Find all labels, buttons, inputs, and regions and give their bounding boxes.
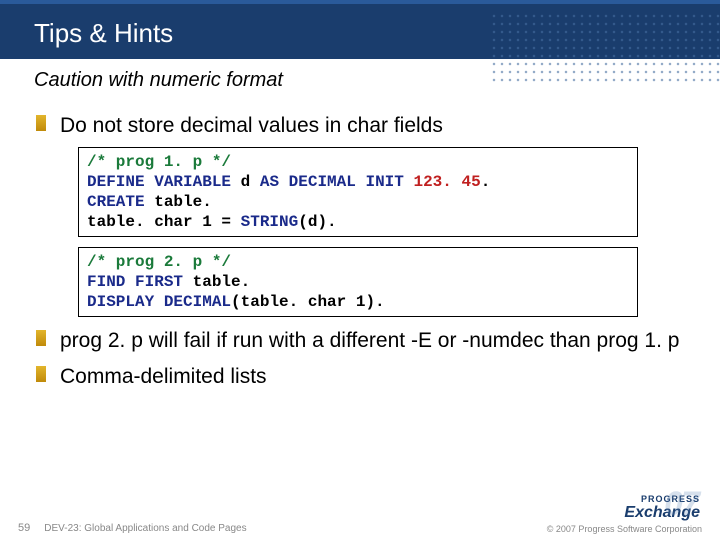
bullet-text: prog 2. p will fail if run with a differ… xyxy=(60,327,684,354)
code-text: (table. char 1). xyxy=(231,293,385,311)
code-keyword: STRING xyxy=(241,213,299,231)
code-keyword: AS DECIMAL INIT xyxy=(260,173,404,191)
bullet-item: Do not store decimal values in char fiel… xyxy=(60,112,684,139)
code-text: table. xyxy=(145,193,212,211)
code-keyword: FIND FIRST xyxy=(87,273,183,291)
slide-header: Tips & Hints xyxy=(0,0,720,59)
year-watermark: 07 xyxy=(664,485,698,524)
code-text: table. xyxy=(183,273,250,291)
code-keyword: DISPLAY DECIMAL xyxy=(87,293,231,311)
code-text: table. char 1 = xyxy=(87,213,241,231)
bullet-item: prog 2. p will fail if run with a differ… xyxy=(60,327,684,354)
bullet-icon xyxy=(36,366,46,382)
code-block-1: /* prog 1. p */ DEFINE VARIABLE d AS DEC… xyxy=(78,147,638,237)
bullet-icon xyxy=(36,330,46,346)
bullet-item: Comma-delimited lists xyxy=(60,363,684,390)
slide-content: Do not store decimal values in char fiel… xyxy=(0,98,720,390)
bullet-text: Comma-delimited lists xyxy=(60,363,684,390)
code-text: . xyxy=(481,173,491,191)
slide-title: Tips & Hints xyxy=(34,18,720,49)
bullet-icon xyxy=(36,115,46,131)
code-comment: /* prog 1. p */ xyxy=(87,153,231,171)
slide-number: 59 xyxy=(18,522,30,534)
footer-left: 59 DEV-23: Global Applications and Code … xyxy=(18,522,247,534)
bullet-text: Do not store decimal values in char fiel… xyxy=(60,112,684,139)
code-comment: /* prog 2. p */ xyxy=(87,253,231,271)
brand-logo: PROGRESS Exchange 07 xyxy=(624,494,700,522)
session-label: DEV-23: Global Applications and Code Pag… xyxy=(44,523,246,534)
copyright-text: © 2007 Progress Software Corporation xyxy=(547,524,702,534)
code-block-2: /* prog 2. p */ FIND FIRST table. DISPLA… xyxy=(78,247,638,317)
code-text: d xyxy=(231,173,260,191)
code-keyword: CREATE xyxy=(87,193,145,211)
code-literal: 123. 45 xyxy=(404,173,481,191)
code-keyword: DEFINE VARIABLE xyxy=(87,173,231,191)
code-text: (d). xyxy=(298,213,336,231)
